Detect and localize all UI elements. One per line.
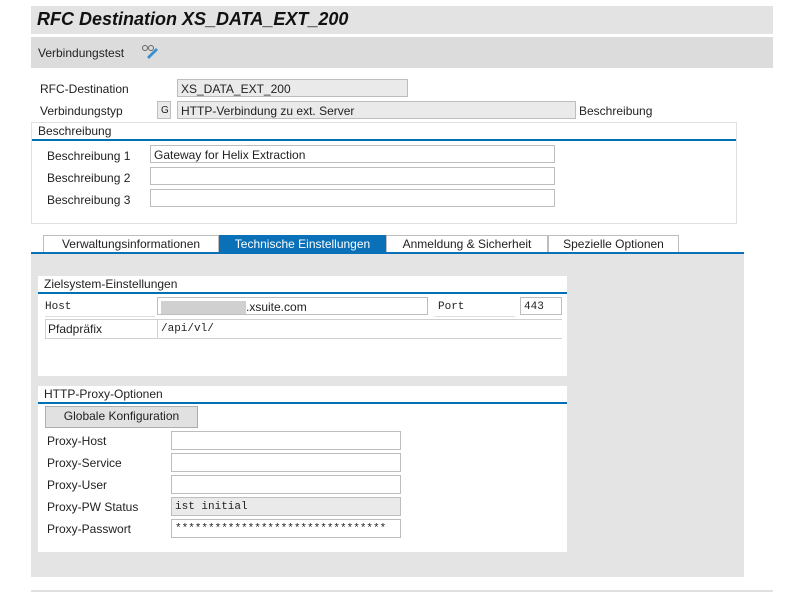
tab-spezielle-optionen[interactable]: Spezielle Optionen	[548, 235, 679, 252]
port-label: Port	[435, 298, 515, 317]
rfc-destination-field: XS_DATA_EXT_200	[177, 79, 408, 97]
description-label: Beschreibung	[579, 104, 653, 118]
connection-type-field: HTTP-Verbindung zu ext. Server	[177, 101, 576, 119]
proxy-pw-status-label: Proxy-PW Status	[47, 500, 139, 514]
host-label: Host	[45, 298, 155, 317]
description-1-label: Beschreibung 1	[47, 149, 131, 163]
tab-technische-einstellungen[interactable]: Technische Einstellungen	[219, 235, 386, 252]
description-group-title: Beschreibung	[32, 123, 736, 141]
proxy-pw-status-field: ist initial	[171, 497, 401, 516]
description-1-input[interactable]: Gateway for Helix Extraction	[150, 145, 555, 163]
description-2-label: Beschreibung 2	[47, 171, 131, 185]
proxy-user-input[interactable]	[171, 475, 401, 494]
path-label: Pfadpräfix	[48, 322, 103, 336]
proxy-group: HTTP-Proxy-Optionen Globale Konfiguratio…	[38, 386, 567, 552]
proxy-service-label: Proxy-Service	[47, 456, 122, 470]
global-config-button[interactable]: Globale Konfiguration	[45, 406, 198, 428]
connection-type-label: Verbindungstyp	[40, 104, 123, 118]
description-3-input[interactable]	[150, 189, 555, 207]
toolbar: Verbindungstest	[31, 37, 773, 68]
tab-panel: Zielsystem-Einstellungen Host .xsuite.co…	[31, 254, 744, 577]
proxy-password-label: Proxy-Passwort	[47, 522, 132, 536]
redacted-block	[161, 300, 246, 314]
proxy-user-label: Proxy-User	[47, 478, 108, 492]
tab-anmeldung-sicherheit[interactable]: Anmeldung & Sicherheit	[386, 235, 548, 252]
proxy-title: HTTP-Proxy-Optionen	[38, 386, 567, 404]
proxy-service-input[interactable]	[171, 453, 401, 472]
target-system-group: Zielsystem-Einstellungen Host .xsuite.co…	[38, 276, 567, 376]
rfc-destination-label: RFC-Destination	[40, 82, 129, 96]
title-bar: RFC Destination XS_DATA_EXT_200	[31, 6, 773, 34]
target-system-title: Zielsystem-Einstellungen	[38, 276, 567, 294]
description-2-input[interactable]	[150, 167, 555, 185]
glasses-pencil-icon[interactable]	[141, 43, 159, 59]
proxy-password-input[interactable]: ********************************	[171, 519, 401, 538]
tab-verwaltungsinformationen[interactable]: Verwaltungsinformationen	[43, 235, 219, 252]
proxy-host-input[interactable]	[171, 431, 401, 450]
connection-test-button[interactable]: Verbindungstest	[38, 46, 124, 60]
proxy-host-label: Proxy-Host	[47, 434, 107, 448]
description-group: Beschreibung Beschreibung 1 Gateway for …	[31, 122, 737, 224]
page-title: RFC Destination XS_DATA_EXT_200	[37, 9, 349, 29]
port-input[interactable]: 443	[520, 297, 562, 315]
host-input[interactable]: .xsuite.com	[157, 297, 428, 315]
connection-type-code: G	[157, 101, 171, 119]
description-3-label: Beschreibung 3	[47, 193, 131, 207]
host-value: .xsuite.com	[246, 300, 307, 314]
path-input[interactable]: /api/vl/	[157, 320, 562, 338]
